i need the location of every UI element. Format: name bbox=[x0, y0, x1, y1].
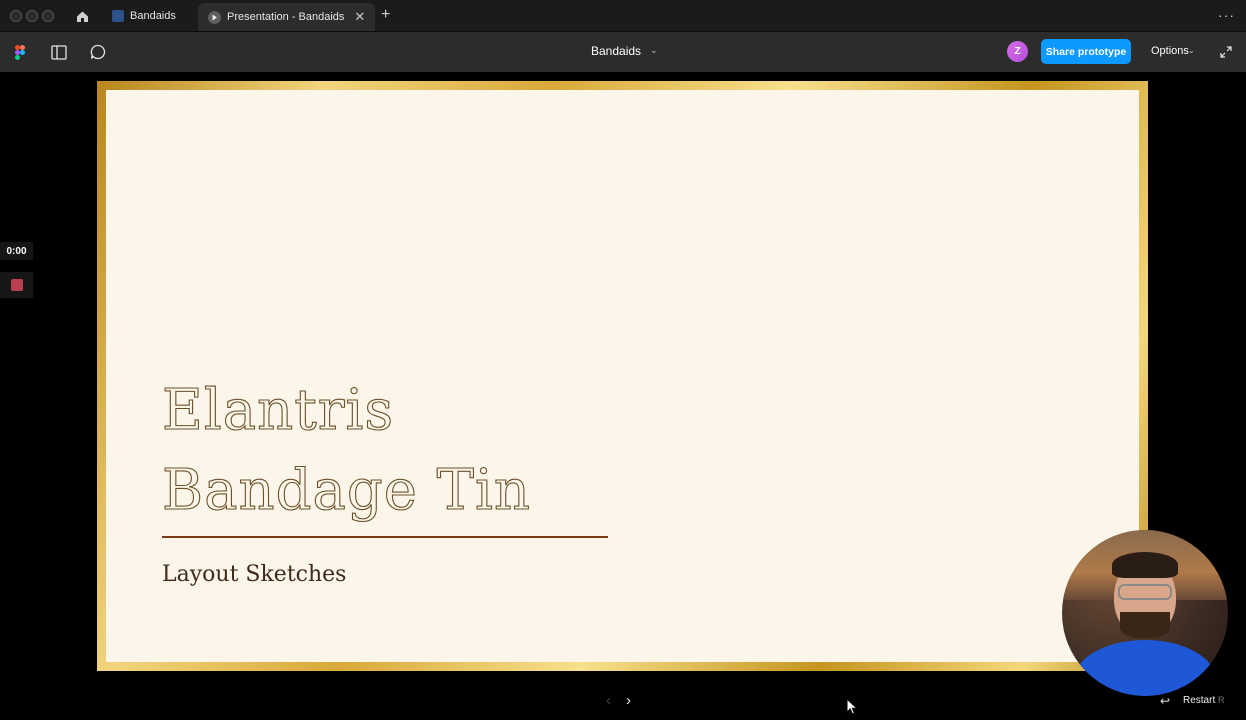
previous-slide-button[interactable]: ‹ bbox=[606, 692, 611, 709]
play-icon bbox=[208, 10, 221, 24]
stop-icon bbox=[10, 279, 23, 291]
tab-bandaids[interactable]: Bandaids bbox=[112, 4, 176, 28]
share-prototype-button[interactable]: Share prototype bbox=[1041, 39, 1131, 64]
chevron-down-icon[interactable]: ⌄ bbox=[1188, 46, 1195, 55]
tab-presentation[interactable]: Presentation - Bandaids ✕ bbox=[198, 3, 376, 31]
comment-icon[interactable] bbox=[88, 42, 108, 62]
home-icon[interactable] bbox=[72, 6, 92, 26]
sidebar-toggle-icon[interactable] bbox=[49, 42, 69, 62]
figma-logo-icon[interactable] bbox=[10, 42, 30, 62]
restart-shortcut-key: R bbox=[1218, 695, 1225, 705]
expand-fullscreen-icon[interactable] bbox=[1216, 42, 1236, 62]
zoom-window-button[interactable] bbox=[42, 10, 54, 22]
presentation-slide-frame: Elantris Bandage Tin Layout Sketches bbox=[97, 81, 1148, 671]
tab-label: Presentation - Bandaids bbox=[227, 11, 345, 23]
slide-title-line-2: Bandage Tin bbox=[161, 457, 531, 523]
next-slide-button[interactable]: › bbox=[626, 692, 631, 709]
presenter-body bbox=[1074, 640, 1216, 696]
chevron-down-icon[interactable]: ⌄ bbox=[650, 45, 658, 56]
slide-title-line-1: Elantris bbox=[161, 377, 395, 443]
restart-button[interactable]: Restart bbox=[1183, 695, 1215, 706]
new-tab-button[interactable]: + bbox=[381, 7, 390, 23]
slide-canvas: Elantris Bandage Tin Layout Sketches bbox=[106, 90, 1139, 662]
mouse-cursor-icon bbox=[846, 698, 859, 715]
slide-subtitle: Layout Sketches bbox=[162, 562, 347, 587]
avatar[interactable]: Z bbox=[1007, 41, 1028, 62]
close-window-button[interactable] bbox=[10, 10, 22, 22]
glasses bbox=[1118, 584, 1172, 600]
tab-close-icon[interactable]: ✕ bbox=[354, 9, 365, 25]
options-menu[interactable]: Options bbox=[1151, 45, 1189, 57]
restart-icon[interactable]: ↩ bbox=[1160, 694, 1170, 708]
minimize-window-button[interactable] bbox=[26, 10, 38, 22]
recording-timer: 0:00 bbox=[0, 242, 33, 260]
prototype-toolbar: Bandaids ⌄ Z Share prototype Options ⌄ bbox=[0, 32, 1246, 72]
title-bar: Bandaids Presentation - Bandaids ✕ + ··· bbox=[0, 0, 1246, 32]
tab-label: Bandaids bbox=[130, 10, 176, 22]
file-name[interactable]: Bandaids bbox=[591, 44, 641, 58]
stop-recording-button[interactable] bbox=[0, 272, 33, 298]
webcam-bubble[interactable] bbox=[1062, 530, 1228, 696]
more-menu-icon[interactable]: ··· bbox=[1218, 7, 1235, 23]
title-divider bbox=[162, 536, 608, 538]
figma-file-icon bbox=[112, 10, 124, 22]
